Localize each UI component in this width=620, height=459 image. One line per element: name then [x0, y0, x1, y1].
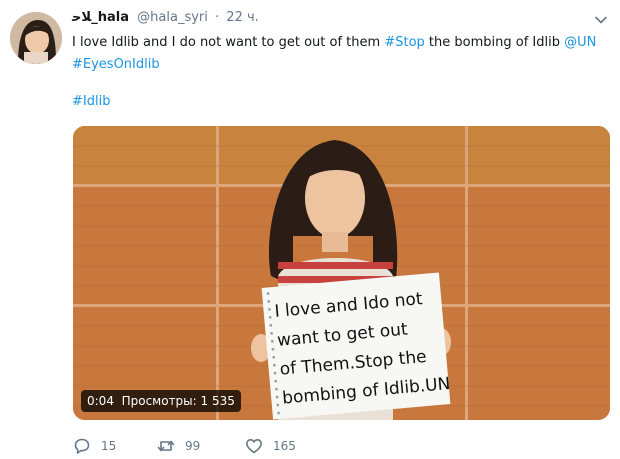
- avatar[interactable]: [10, 12, 62, 64]
- heart-icon: [246, 439, 262, 454]
- display-name[interactable]: ﻼﺣ_hala: [72, 10, 129, 25]
- timestamp[interactable]: 22 ч.: [226, 10, 259, 25]
- reply-icon: [74, 438, 90, 454]
- handle[interactable]: @hala_syri: [137, 10, 208, 25]
- video-views: Просмотры: 1 535: [121, 394, 235, 408]
- tweet-text-middle: the bombing of Idlib: [428, 35, 560, 50]
- separator-dot: ·: [215, 10, 220, 25]
- tweet-hashtag-line: #Idlib: [72, 94, 110, 109]
- mention-un[interactable]: @UN: [564, 35, 596, 50]
- like-count: 165: [273, 439, 296, 453]
- hashtag-stop[interactable]: #Stop: [384, 35, 424, 50]
- video-player[interactable]: I love and Ido not want to get out of Th…: [73, 126, 610, 420]
- hashtag-eyesonidlib[interactable]: #EyesOnIdlib: [72, 57, 160, 72]
- retweet-icon: [157, 440, 175, 452]
- tweet-text-line-1: I love Idlib and I do not want to get ou…: [72, 32, 612, 54]
- tweet-text-line-2: #EyesOnIdlib: [72, 54, 612, 76]
- avatar-image: [10, 12, 62, 64]
- video-duration: 0:04: [87, 394, 114, 408]
- reply-button[interactable]: 15: [73, 436, 116, 456]
- tweet-card: ﻼﺣ_hala @hala_syri · 22 ч. I love Idlib …: [0, 0, 620, 459]
- handwritten-sign: I love and Ido not want to get out of Th…: [261, 272, 451, 420]
- tweet-text-prefix: I love Idlib and I do not want to get ou…: [72, 35, 381, 50]
- retweet-count: 99: [185, 439, 201, 453]
- tweet-header: ﻼﺣ_hala @hala_syri · 22 ч.: [72, 10, 608, 30]
- video-info-badge: 0:04 Просмотры: 1 535: [81, 390, 241, 412]
- like-button[interactable]: 165: [245, 436, 296, 456]
- retweet-button[interactable]: 99: [157, 436, 200, 456]
- reply-count: 15: [101, 439, 117, 453]
- video-frame: I love and Ido not want to get out of Th…: [73, 126, 610, 420]
- tweet-text: I love Idlib and I do not want to get ou…: [72, 32, 612, 76]
- hashtag-idlib[interactable]: #Idlib: [72, 94, 110, 109]
- chevron-down-icon[interactable]: [594, 13, 608, 27]
